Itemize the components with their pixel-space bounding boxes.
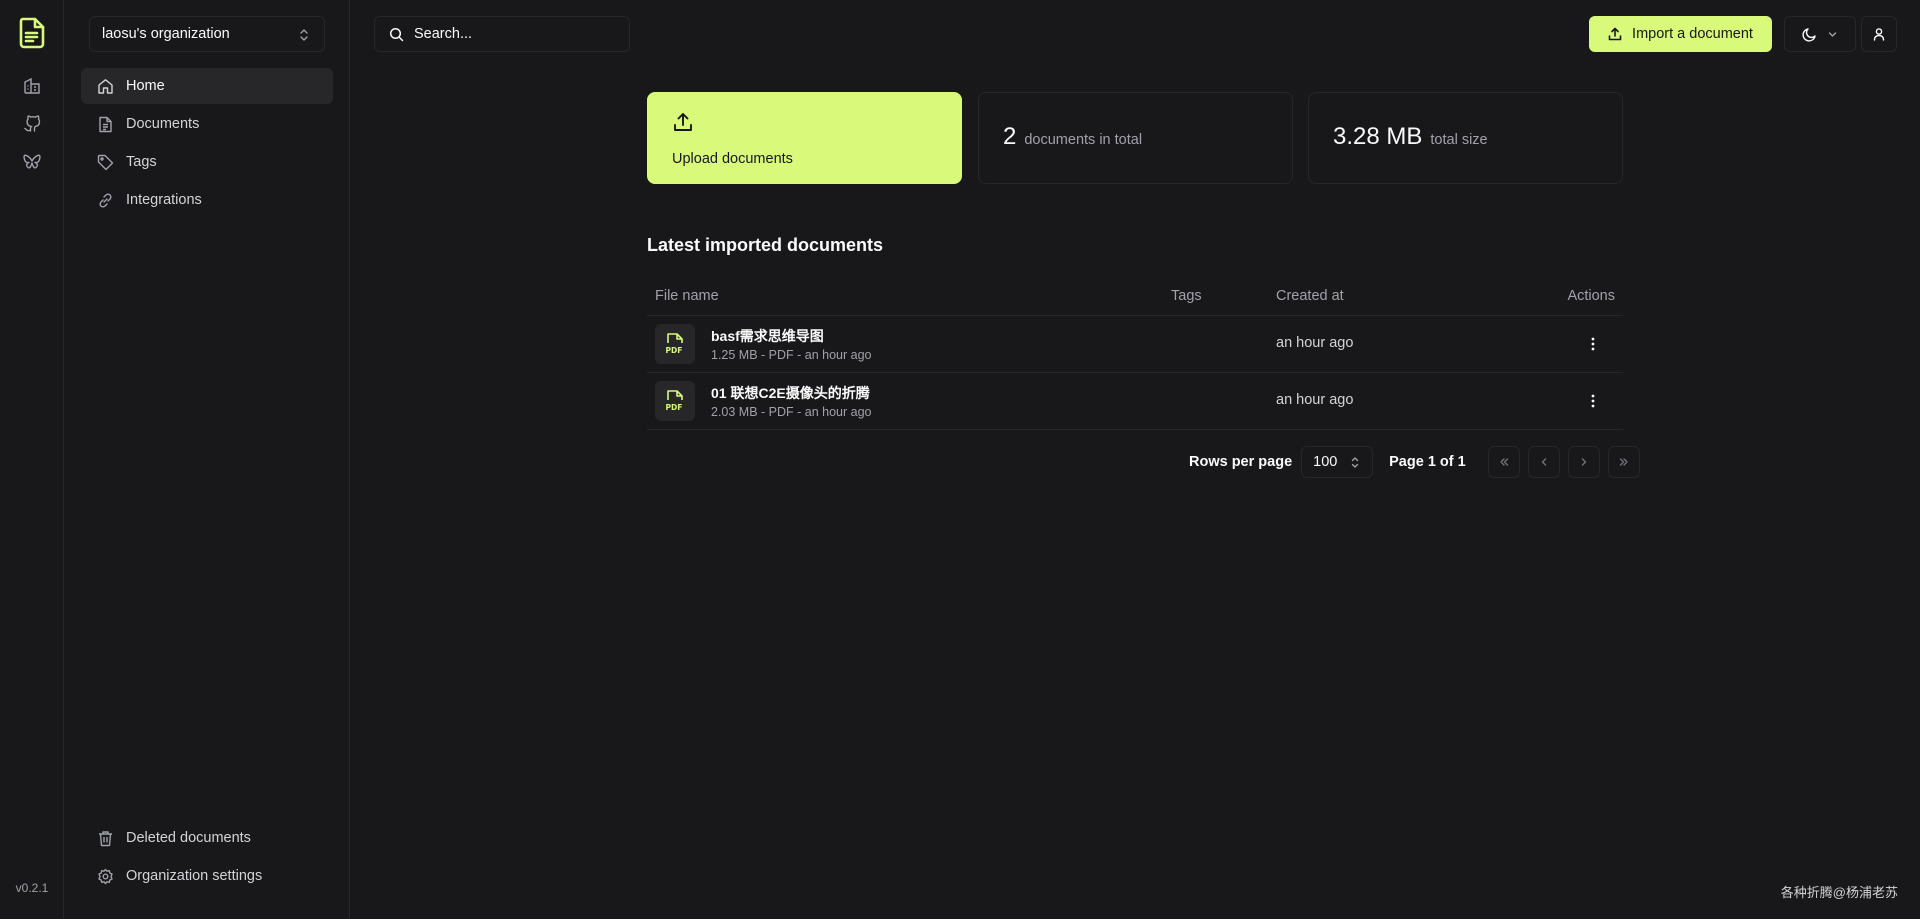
search-box[interactable] — [374, 16, 630, 52]
trash-icon — [99, 830, 112, 846]
sidebar-item-label: Home — [126, 78, 165, 94]
chevron-down-icon — [1828, 31, 1837, 37]
documents-count-card: 2 documents in total — [978, 92, 1293, 184]
rows-per-page-label: Rows per page — [1189, 454, 1293, 470]
documents-table: File name Tags Created at Actions PDF ba… — [647, 278, 1623, 430]
user-icon — [1873, 28, 1885, 41]
watermark: 各种折腾@杨浦老苏 — [1780, 885, 1898, 900]
rows-per-page-value: 100 — [1313, 454, 1338, 470]
file-name[interactable]: 01 联想C2E摄像头的折腾 — [711, 383, 870, 403]
user-menu-button[interactable] — [1861, 16, 1897, 52]
sidebar-bottom-nav: Deleted documents Organization settings — [81, 820, 333, 896]
next-page-button[interactable] — [1567, 446, 1600, 478]
more-vertical-icon — [1591, 394, 1595, 408]
upload-documents-card[interactable]: Upload documents — [647, 92, 962, 184]
chevrons-left-icon — [1500, 458, 1508, 466]
table-header: File name Tags Created at Actions — [647, 278, 1623, 316]
column-created-at: Created at — [1276, 288, 1344, 304]
sidebar-item-documents[interactable]: Documents — [81, 106, 333, 142]
import-document-label: Import a document — [1632, 26, 1753, 42]
documents-count: 2 — [1003, 123, 1017, 150]
sidebar-item-label: Integrations — [126, 192, 202, 208]
chevron-left-icon — [1541, 458, 1546, 466]
file-name[interactable]: basf需求思维导图 — [711, 326, 824, 346]
sidebar-item-label: Documents — [126, 116, 200, 132]
column-actions: Actions — [1567, 288, 1615, 304]
svg-text:PDF: PDF — [666, 403, 683, 412]
total-size-card: 3.28 MB total size — [1308, 92, 1623, 184]
sidebar-item-tags[interactable]: Tags — [81, 144, 333, 180]
link-icon — [99, 192, 112, 208]
home-icon — [98, 78, 113, 94]
page-indicator: Page 1 of 1 — [1389, 454, 1466, 470]
search-icon — [389, 27, 404, 41]
moon-icon — [1802, 27, 1816, 42]
sidebar-item-label: Organization settings — [126, 868, 263, 884]
svg-text:PDF: PDF — [666, 346, 683, 355]
main-nav: Home Documents Tags Integrations — [81, 68, 333, 220]
pdf-file-icon: PDF — [655, 324, 695, 364]
column-file-name: File name — [655, 288, 719, 304]
first-page-button[interactable] — [1487, 446, 1520, 478]
organization-select[interactable]: laosu's organization — [89, 16, 325, 52]
building-icon[interactable] — [20, 74, 44, 98]
theme-toggle-button[interactable] — [1784, 16, 1856, 52]
chevrons-right-icon — [1619, 458, 1628, 466]
sidebar-item-label: Deleted documents — [126, 830, 251, 846]
document-icon — [99, 116, 112, 132]
sidebar-item-organization-settings[interactable]: Organization settings — [81, 858, 333, 894]
sidebar-item-deleted-documents[interactable]: Deleted documents — [81, 820, 333, 856]
table-row[interactable]: PDF 01 联想C2E摄像头的折腾 2.03 MB - PDF - an ho… — [647, 373, 1623, 430]
rows-per-page-select[interactable]: 100 — [1301, 446, 1374, 478]
row-actions-button[interactable] — [1579, 330, 1607, 358]
file-meta: 2.03 MB - PDF - an hour ago — [711, 405, 872, 419]
chevron-right-icon — [1581, 458, 1586, 466]
butterfly-icon[interactable] — [20, 150, 44, 174]
search-input[interactable] — [414, 26, 604, 42]
pdf-file-icon: PDF — [655, 381, 695, 421]
organization-name: laosu's organization — [102, 26, 230, 42]
total-size-label: total size — [1430, 132, 1488, 148]
table-row[interactable]: PDF basf需求思维导图 1.25 MB - PDF - an hour a… — [647, 316, 1623, 373]
section-title: Latest imported documents — [647, 235, 884, 255]
app-rail: v0.2.1 — [0, 0, 64, 919]
import-document-button[interactable]: Import a document — [1589, 16, 1772, 52]
created-at: an hour ago — [1276, 392, 1354, 408]
sidebar-item-label: Tags — [126, 154, 157, 170]
app-version: v0.2.1 — [15, 881, 49, 895]
gear-icon — [98, 868, 113, 884]
row-actions-button[interactable] — [1579, 387, 1607, 415]
last-page-button[interactable] — [1607, 446, 1640, 478]
sidebar-item-integrations[interactable]: Integrations — [81, 182, 333, 218]
previous-page-button[interactable] — [1527, 446, 1560, 478]
total-size: 3.28 MB — [1333, 123, 1423, 150]
chevrons-up-down-icon — [1351, 457, 1359, 468]
upload-documents-label: Upload documents — [672, 151, 793, 167]
file-meta: 1.25 MB - PDF - an hour ago — [711, 348, 872, 362]
sidebar-item-home[interactable]: Home — [81, 68, 333, 104]
chevrons-up-down-icon — [300, 29, 308, 41]
more-vertical-icon — [1591, 337, 1595, 351]
pagination: Rows per page 100 Page 1 of 1 — [1189, 446, 1640, 478]
created-at: an hour ago — [1276, 335, 1354, 351]
upload-icon — [1608, 27, 1622, 41]
papra-logo-icon[interactable] — [17, 16, 47, 50]
github-icon[interactable] — [20, 112, 44, 136]
sidebar: laosu's organization Home Documents Tags… — [64, 0, 350, 919]
tag-icon — [97, 154, 114, 170]
upload-icon — [674, 113, 692, 131]
column-tags: Tags — [1171, 288, 1202, 304]
documents-count-label: documents in total — [1024, 132, 1143, 148]
